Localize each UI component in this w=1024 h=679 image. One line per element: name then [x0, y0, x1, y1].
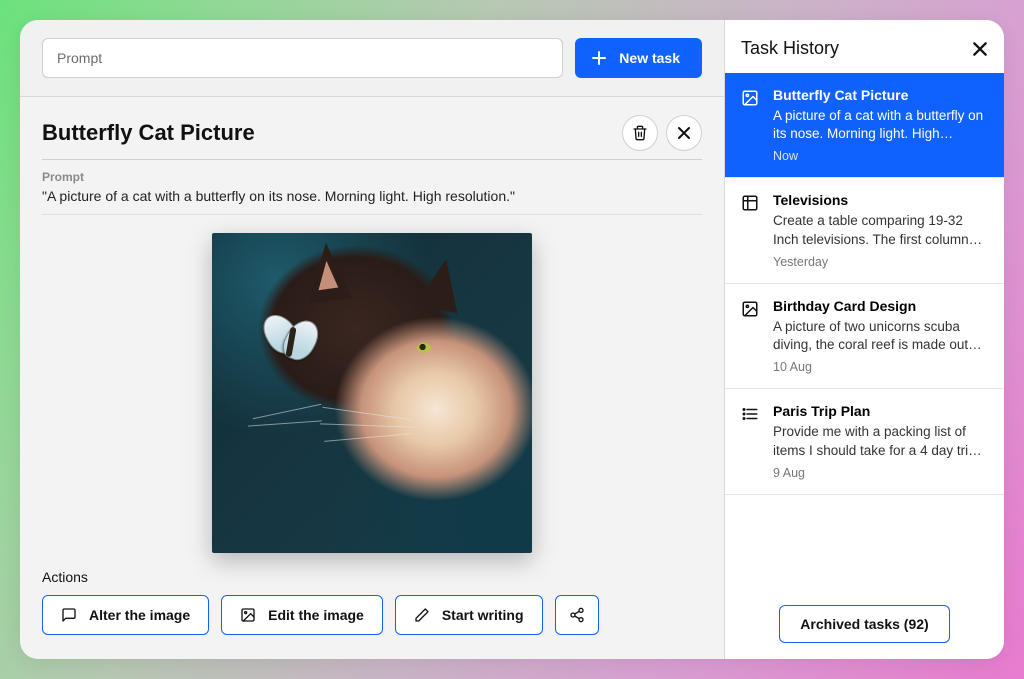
- history-item-title: Televisions: [773, 192, 988, 208]
- close-detail-button[interactable]: [666, 115, 702, 151]
- sidebar-header: Task History: [725, 20, 1004, 73]
- prompt-input[interactable]: [42, 38, 563, 78]
- history-item-title: Butterfly Cat Picture: [773, 87, 988, 103]
- sidebar-title: Task History: [741, 38, 972, 59]
- generated-image[interactable]: [212, 233, 532, 553]
- app-window: New task Butterfly Cat Picture Prompt "A: [20, 20, 1004, 659]
- content-area: Butterfly Cat Picture Prompt "A picture …: [20, 97, 724, 659]
- history-item-desc: A picture of two unicorns scuba diving, …: [773, 318, 988, 354]
- table-icon: [741, 192, 761, 268]
- history-item-title: Birthday Card Design: [773, 298, 988, 314]
- history-item-time: Yesterday: [773, 255, 988, 269]
- history-item-desc: A picture of a cat with a butterfly on i…: [773, 107, 988, 143]
- history-item-desc: Create a table comparing 19-32 Inch tele…: [773, 212, 988, 248]
- history-body: Televisions Create a table comparing 19-3…: [773, 192, 988, 268]
- pencil-icon: [414, 607, 430, 623]
- topbar: New task: [20, 20, 724, 97]
- close-icon: [677, 126, 691, 140]
- main-panel: New task Butterfly Cat Picture Prompt "A: [20, 20, 724, 659]
- share-button[interactable]: [555, 595, 599, 635]
- trash-icon: [632, 125, 648, 141]
- task-history-sidebar: Task History Butterfly Cat Picture A pict…: [724, 20, 1004, 659]
- new-task-button[interactable]: New task: [575, 38, 702, 78]
- history-body: Paris Trip Plan Provide me with a packing…: [773, 403, 988, 479]
- prompt-text: "A picture of a cat with a butterfly on …: [42, 184, 702, 215]
- history-body: Birthday Card Design A picture of two uni…: [773, 298, 988, 374]
- action-label: Start writing: [442, 607, 524, 623]
- actions-label: Actions: [42, 569, 702, 585]
- history-item-title: Paris Trip Plan: [773, 403, 988, 419]
- share-icon: [569, 607, 585, 623]
- history-list: Butterfly Cat Picture A picture of a cat …: [725, 73, 1004, 589]
- history-body: Butterfly Cat Picture A picture of a cat …: [773, 87, 988, 163]
- archived-tasks-button[interactable]: Archived tasks (92): [779, 605, 949, 643]
- delete-button[interactable]: [622, 115, 658, 151]
- image-icon: [240, 607, 256, 623]
- history-item[interactable]: Birthday Card Design A picture of two uni…: [725, 284, 1004, 389]
- actions-row: Alter the image Edit the image Start wri…: [42, 595, 702, 635]
- history-item[interactable]: Butterfly Cat Picture A picture of a cat …: [725, 73, 1004, 178]
- image-icon: [741, 87, 761, 163]
- sidebar-footer: Archived tasks (92): [725, 589, 1004, 659]
- close-icon: [972, 41, 988, 57]
- list-icon: [741, 403, 761, 479]
- history-item[interactable]: Televisions Create a table comparing 19-3…: [725, 178, 1004, 283]
- plus-icon: [591, 50, 607, 66]
- page-title: Butterfly Cat Picture: [42, 120, 614, 146]
- action-label: Edit the image: [268, 607, 364, 623]
- chat-icon: [61, 607, 77, 623]
- alter-image-button[interactable]: Alter the image: [42, 595, 209, 635]
- history-item-desc: Provide me with a packing list of items …: [773, 423, 988, 459]
- history-item-time: 9 Aug: [773, 466, 988, 480]
- image-container: [42, 215, 702, 563]
- image-icon: [741, 298, 761, 374]
- history-item-time: 10 Aug: [773, 360, 988, 374]
- history-item[interactable]: Paris Trip Plan Provide me with a packing…: [725, 389, 1004, 494]
- start-writing-button[interactable]: Start writing: [395, 595, 543, 635]
- new-task-label: New task: [619, 50, 680, 66]
- action-label: Alter the image: [89, 607, 190, 623]
- edit-image-button[interactable]: Edit the image: [221, 595, 383, 635]
- history-item-time: Now: [773, 149, 988, 163]
- prompt-section-label: Prompt: [42, 170, 702, 184]
- close-sidebar-button[interactable]: [972, 41, 988, 57]
- title-row: Butterfly Cat Picture: [42, 115, 702, 160]
